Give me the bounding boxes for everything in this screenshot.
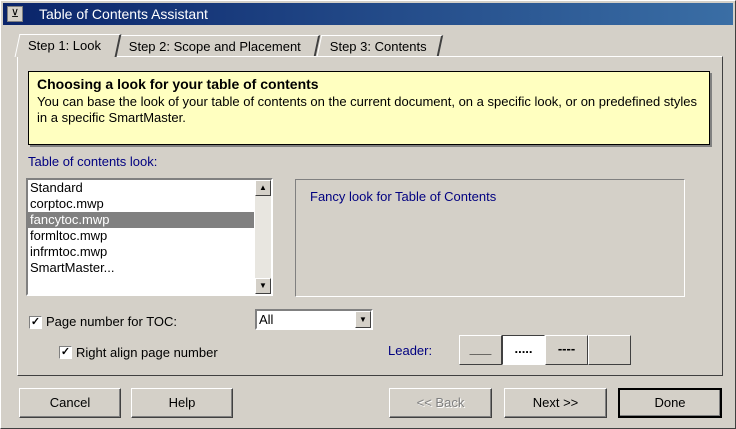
info-text: You can base the look of your table of c… [37, 94, 698, 125]
leader-option-none[interactable] [588, 335, 631, 365]
info-box: Choosing a look for your table of conten… [28, 71, 710, 145]
system-menu-icon[interactable]: ⊻ [7, 6, 23, 22]
toc-look-listbox[interactable]: Standard corptoc.mwp fancytoc.mwp formltoc.… [26, 178, 273, 296]
listbox-scrollbar[interactable]: ▲ ▼ [255, 180, 271, 294]
dialog-window: ⊻ Table of Contents Assistant Step 1: Lo… [0, 0, 736, 429]
page-number-value: All [259, 312, 274, 327]
tab-step-3-contents[interactable]: Step 3: Contents [316, 35, 444, 56]
list-item[interactable]: formltoc.mwp [28, 228, 254, 244]
tab-step-1-look[interactable]: Step 1: Look [14, 34, 122, 57]
preview-text: Fancy look for Table of Contents [310, 189, 497, 204]
cancel-button[interactable]: Cancel [19, 388, 121, 418]
next-button[interactable]: Next >> [504, 388, 607, 418]
list-item[interactable]: fancytoc.mwp [28, 212, 254, 228]
toc-look-label: Table of contents look: [28, 154, 158, 169]
right-align-label: Right align page number [76, 345, 218, 360]
list-item[interactable]: Standard [28, 180, 254, 196]
window-title: Table of Contents Assistant [39, 6, 208, 22]
tab-step-2-scope-placement[interactable]: Step 2: Scope and Placement [115, 35, 321, 56]
chevron-down-icon[interactable]: ▼ [355, 311, 371, 328]
page-number-checkbox[interactable]: ✓ [29, 316, 42, 329]
leader-option-line[interactable]: ___ [459, 335, 502, 365]
leader-label: Leader: [388, 343, 433, 358]
leader-option-dots[interactable]: ..... [502, 335, 545, 365]
right-align-checkbox[interactable]: ✓ [59, 346, 72, 359]
list-item[interactable]: infrmtoc.mwp [28, 244, 254, 260]
list-item[interactable]: SmartMaster... [28, 260, 254, 276]
back-button[interactable]: << Back [389, 388, 492, 418]
leader-option-dashes[interactable]: ---- [545, 335, 588, 365]
info-heading: Choosing a look for your table of conten… [37, 76, 319, 92]
page-number-combo[interactable]: All ▼ [255, 309, 373, 330]
list-item[interactable]: corptoc.mwp [28, 196, 254, 212]
scroll-down-icon[interactable]: ▼ [255, 278, 271, 294]
done-button[interactable]: Done [618, 388, 722, 418]
scroll-up-icon[interactable]: ▲ [255, 180, 271, 196]
toc-look-items: Standard corptoc.mwp fancytoc.mwp formltoc.… [28, 180, 254, 294]
page-number-label: Page number for TOC: [46, 314, 178, 329]
help-button[interactable]: Help [131, 388, 233, 418]
look-preview: Fancy look for Table of Contents [295, 179, 685, 297]
title-bar[interactable]: ⊻ Table of Contents Assistant [3, 3, 733, 25]
